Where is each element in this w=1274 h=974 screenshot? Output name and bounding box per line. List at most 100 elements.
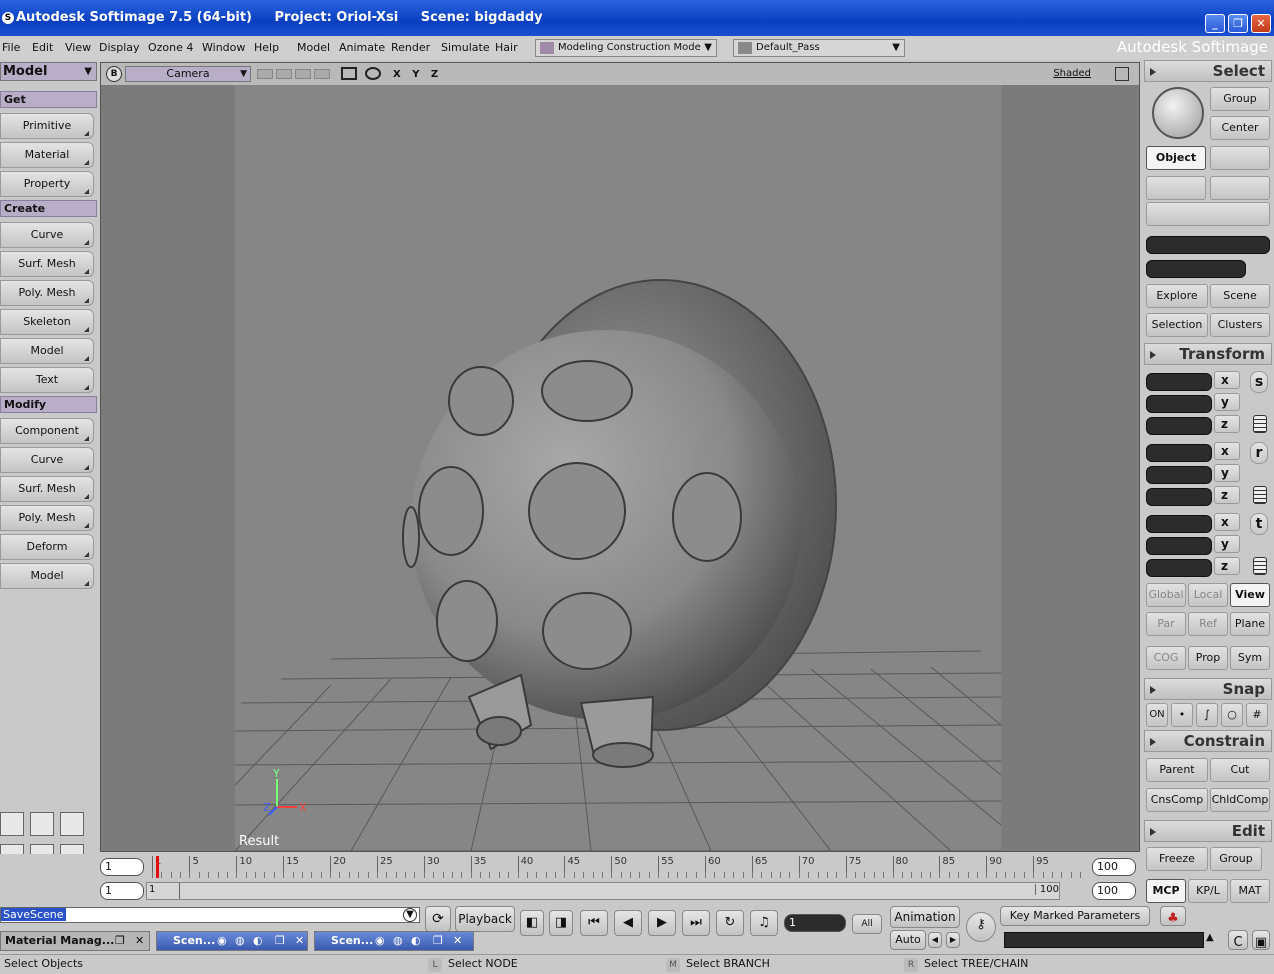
modify-model-button[interactable]: Model xyxy=(0,563,94,589)
minimize-button[interactable]: _ xyxy=(1205,14,1225,33)
snap-surface-icon[interactable]: ○ xyxy=(1221,703,1243,727)
menu-model[interactable]: Model xyxy=(297,41,330,54)
menu-view[interactable]: View xyxy=(65,41,91,54)
layout-quad-icon[interactable] xyxy=(0,812,24,836)
clusters-button[interactable]: Clusters xyxy=(1210,313,1270,337)
play-forward-icon[interactable]: ▶ xyxy=(648,910,676,936)
mat-tab[interactable]: MAT xyxy=(1230,879,1270,903)
time-cursor[interactable] xyxy=(156,856,159,878)
timeline-ruler[interactable]: 15101520253035404550556065707580859095 xyxy=(152,856,1081,878)
select-object-button[interactable]: Object xyxy=(1146,146,1206,170)
translate-lock-icon[interactable] xyxy=(1253,557,1267,575)
range-start-handle[interactable] xyxy=(179,883,180,899)
restore-button[interactable]: ❐ xyxy=(1228,14,1248,33)
refresh-icon[interactable]: C xyxy=(1228,930,1248,950)
view-icon[interactable]: ◉ xyxy=(217,932,227,950)
rotate-lock-icon[interactable] xyxy=(1253,486,1267,504)
edit-header[interactable]: Edit xyxy=(1144,820,1272,842)
select-filter-combo[interactable] xyxy=(1146,202,1270,226)
chldcomp-button[interactable]: ChldComp xyxy=(1210,788,1270,812)
scale-z-label[interactable]: z xyxy=(1214,415,1240,433)
first-frame-icon[interactable]: ⏮ xyxy=(580,910,608,936)
chevron-up-icon[interactable]: ▲ xyxy=(1206,932,1214,943)
select-arrow-button[interactable] xyxy=(1152,87,1204,139)
menu-render[interactable]: Render xyxy=(391,41,430,54)
section-get[interactable]: Get xyxy=(0,91,97,108)
constrain-header[interactable]: Constrain xyxy=(1144,730,1272,752)
create-poly-mesh-button[interactable]: Poly. Mesh xyxy=(0,280,94,306)
eye-icon[interactable] xyxy=(365,67,381,80)
selection-info-field[interactable] xyxy=(1146,260,1246,278)
rotate-y-label[interactable]: y xyxy=(1214,464,1240,482)
scale-y-field[interactable] xyxy=(1146,395,1212,413)
view-slot-icon[interactable] xyxy=(314,69,330,79)
create-model-button[interactable]: Model xyxy=(0,338,94,364)
close-icon[interactable]: ✕ xyxy=(295,932,304,950)
menu-file[interactable]: File xyxy=(2,41,20,54)
playback-menu[interactable]: Playback xyxy=(455,906,515,932)
layout-grid-icon[interactable] xyxy=(60,812,84,836)
camera-icon[interactable] xyxy=(341,67,357,80)
get-primitive-button[interactable]: Primitive xyxy=(0,113,94,139)
play-backward-icon[interactable]: ◀ xyxy=(614,910,642,936)
prev-keyframe-icon[interactable]: ◀ xyxy=(928,932,942,948)
rotate-y-field[interactable] xyxy=(1146,466,1212,484)
translate-x-label[interactable]: x xyxy=(1214,513,1240,531)
select-empty-button[interactable] xyxy=(1210,176,1270,200)
selection-name-field[interactable] xyxy=(1146,236,1270,254)
animation-menu[interactable]: Animation xyxy=(890,906,960,928)
loop-icon[interactable]: ↻ xyxy=(716,910,744,936)
local-button[interactable]: Local xyxy=(1188,583,1228,607)
playback-frame-field[interactable]: 1 xyxy=(784,914,846,932)
rotate-z-label[interactable]: z xyxy=(1214,486,1240,504)
script-icon[interactable]: ⟳ xyxy=(425,906,451,932)
info-icon[interactable]: ◐ xyxy=(253,932,263,950)
view-slot-icon[interactable] xyxy=(276,69,292,79)
last-frame-icon[interactable]: ⏭ xyxy=(682,910,710,936)
maximize-icon[interactable] xyxy=(1115,67,1129,81)
prev-key-icon[interactable]: ◧ xyxy=(520,910,544,936)
create-text-button[interactable]: Text xyxy=(0,367,94,393)
select-empty-button[interactable] xyxy=(1146,176,1206,200)
menu-ozone[interactable]: Ozone 4 xyxy=(148,41,193,54)
auto-key-button[interactable]: Auto xyxy=(890,930,926,950)
explore-button[interactable]: Explore xyxy=(1146,284,1208,308)
scale-x-label[interactable]: x xyxy=(1214,371,1240,389)
translate-button[interactable]: t xyxy=(1250,513,1268,535)
translate-x-field[interactable] xyxy=(1146,515,1212,533)
key-icon[interactable]: ⚷ xyxy=(966,912,996,942)
snap-grid-icon[interactable]: # xyxy=(1246,703,1268,727)
translate-y-field[interactable] xyxy=(1146,537,1212,555)
parent-button[interactable]: Parent xyxy=(1146,758,1208,782)
snap-on-button[interactable]: ON xyxy=(1146,703,1168,727)
range-end-field[interactable]: 100 xyxy=(1092,882,1136,900)
snap-header[interactable]: Snap xyxy=(1144,678,1272,700)
next-key-icon[interactable]: ◨ xyxy=(549,910,573,936)
range-slider[interactable]: 1 100 xyxy=(146,882,1060,900)
scale-button[interactable]: s xyxy=(1250,371,1268,393)
edit-group-button[interactable]: Group xyxy=(1210,847,1262,871)
menu-hair[interactable]: Hair xyxy=(495,41,518,54)
rotate-button[interactable]: r xyxy=(1250,442,1268,464)
rotate-x-label[interactable]: x xyxy=(1214,442,1240,460)
view-icon[interactable]: ◉ xyxy=(375,932,385,950)
view-slot-icon[interactable] xyxy=(257,69,273,79)
get-property-button[interactable]: Property xyxy=(0,171,94,197)
menu-animate[interactable]: Animate xyxy=(339,41,385,54)
key-marked-parameters-button[interactable]: Key Marked Parameters xyxy=(1000,906,1150,926)
select-center-button[interactable]: Center xyxy=(1210,116,1270,140)
module-switcher[interactable]: Model ▼ xyxy=(0,62,97,81)
axis-toggles[interactable]: X Y Z xyxy=(393,69,442,80)
rotate-z-field[interactable] xyxy=(1146,488,1212,506)
restore-icon[interactable]: ❐ xyxy=(433,932,443,950)
viewport-badge[interactable]: B xyxy=(106,66,122,82)
menu-edit[interactable]: Edit xyxy=(32,41,53,54)
modify-component-button[interactable]: Component xyxy=(0,418,94,444)
range-start-field[interactable]: 1 xyxy=(100,882,144,900)
global-button[interactable]: Global xyxy=(1146,583,1186,607)
plane-button[interactable]: Plane xyxy=(1230,612,1270,636)
get-material-button[interactable]: Material xyxy=(0,142,94,168)
menu-display[interactable]: Display xyxy=(99,41,140,54)
next-keyframe-icon[interactable]: ▶ xyxy=(946,932,960,948)
rotate-x-field[interactable] xyxy=(1146,444,1212,462)
